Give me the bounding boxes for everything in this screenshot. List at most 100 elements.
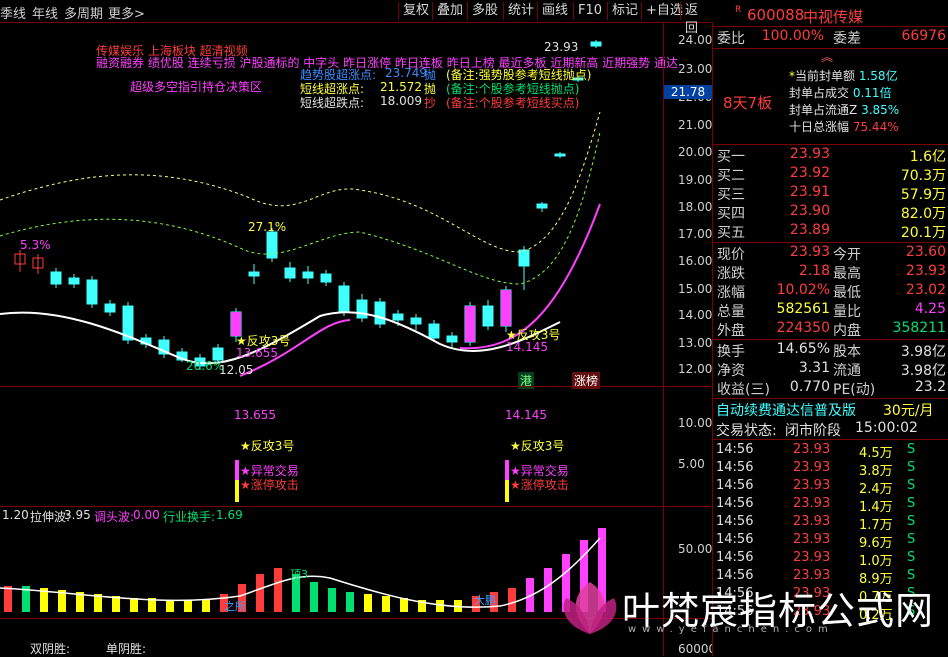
low-price-label: 12.05 — [219, 363, 254, 377]
histogram-bar — [166, 600, 174, 612]
renewal-row[interactable]: 自动续费通达信普及版 30元/月 — [713, 400, 948, 419]
candle-body — [86, 279, 98, 305]
tab-quarter[interactable]: 季线 — [0, 3, 26, 22]
bid-price: 23.89 — [789, 222, 830, 238]
back-button[interactable]: 返回 — [680, 2, 712, 36]
renewal-text[interactable]: 自动续费通达信普及版 — [716, 400, 856, 420]
quote-label: 涨幅 — [717, 285, 745, 301]
weicha-value: 66976 — [901, 28, 946, 44]
fuquan-button[interactable]: 复权 — [398, 2, 433, 20]
high-price-label: 23.93 — [544, 40, 579, 54]
chart-area[interactable]: 传媒娱乐 上海板块 超清视频 融资融券 绩优股 连续亏损 沪股通标的 中字头 昨… — [0, 22, 716, 656]
stock-name: 中视传媒 — [803, 8, 864, 26]
sub1-right-label-1: ★反攻3号 — [510, 439, 565, 453]
candle-body — [284, 267, 296, 279]
candle-body — [482, 305, 494, 327]
quote-row: 涨幅 10.02% 最低 23.02 — [713, 282, 948, 301]
price-tick: 16.00 — [678, 254, 713, 268]
tab-multi-period[interactable]: 多周期 — [64, 3, 103, 22]
bid-row[interactable]: 买五 23.89 20.1万 — [713, 222, 948, 241]
sub3-label-shuangyin: 双阴胜: — [30, 642, 71, 656]
sub2-tick: 50.00 — [678, 542, 713, 556]
quote-value: 23.93 — [789, 244, 830, 260]
fund-label-2: 股本 — [833, 344, 861, 360]
tab-more[interactable]: 更多> — [108, 3, 145, 22]
candle-body — [248, 271, 260, 277]
stock-code: 600088 — [747, 6, 805, 24]
weibi-row: 委比 100.00% 委差 66976 — [713, 28, 948, 47]
quote-row: 现价 23.93 今开 23.60 — [713, 244, 948, 263]
multi-stock-button[interactable]: 多股 — [467, 2, 502, 20]
overlay-button[interactable]: 叠加 — [432, 2, 467, 20]
tick-row: 14:56 23.93 1.7万 S — [713, 514, 948, 533]
sub2-tag-bottom-left: 之所 — [224, 600, 246, 613]
quote-value: 10.02% — [776, 282, 830, 298]
tick-side: S — [907, 460, 916, 475]
top-toolbar: 季线 年线 多周期 更多> 复权 叠加 多股 统计 画线 F10 标记 +自选 … — [0, 0, 712, 36]
fund-label: 换手 — [717, 344, 745, 360]
tick-row: 14:56 23.93 2.4万 S — [713, 478, 948, 497]
tick-volume: 2.4万 — [859, 482, 893, 497]
upper-band-line — [0, 111, 601, 253]
price-tick: 12.00 — [678, 362, 713, 376]
quote-row: 总量 582561 量比 4.25 — [713, 301, 948, 320]
candle-body — [590, 41, 602, 47]
tick-price: 23.93 — [793, 514, 831, 529]
tick-volume: 9.6万 — [859, 536, 893, 551]
candle-body — [374, 301, 386, 325]
bid-row[interactable]: 买一 23.93 1.6亿 — [713, 146, 948, 165]
weicha-label: 委差 — [833, 31, 861, 47]
tab-year[interactable]: 年线 — [32, 3, 58, 22]
chevron-up-icon[interactable]: ︽ — [821, 48, 833, 65]
price-tick: 24.00 — [678, 33, 713, 47]
quote-value-2: 23.93 — [905, 263, 946, 279]
signal2-price: 14.145 — [506, 340, 548, 354]
signal-value-3: 18.009 — [380, 94, 422, 108]
f10-button[interactable]: F10 — [573, 2, 606, 20]
tick-side: S — [907, 550, 916, 565]
histogram-bar — [4, 586, 12, 612]
tick-volume: 1.7万 — [859, 518, 893, 533]
draw-line-button[interactable]: 画线 — [537, 2, 572, 20]
bid-row[interactable]: 买二 23.92 70.3万 — [713, 165, 948, 184]
bid-volume: 82.0万 — [900, 206, 946, 222]
indicator-title: 超级多空指引持仓决策区 — [130, 80, 263, 94]
stock-header: R 600088 中视传媒 — [713, 4, 948, 26]
quote-label-2: 最低 — [833, 285, 861, 301]
bid-volume: 70.3万 — [900, 168, 946, 184]
signal-bar — [505, 480, 509, 502]
pane-divider[interactable] — [0, 506, 712, 507]
sub1-tick: 10.00 — [678, 416, 713, 430]
candle-body — [104, 303, 116, 313]
quote-value-2: 358211 — [892, 320, 946, 336]
pane-divider[interactable] — [0, 386, 712, 387]
price-tick: 15.00 — [678, 282, 713, 296]
signal-label-3: 短线超跌点: — [300, 96, 365, 110]
histogram-bar — [346, 592, 354, 612]
quote-row: 涨跌 2.18 最高 23.93 — [713, 263, 948, 282]
stats-button[interactable]: 统计 — [503, 2, 538, 20]
bid-row[interactable]: 买三 23.91 57.9万 — [713, 184, 948, 203]
signal1-price: 13.655 — [236, 346, 278, 360]
histogram-bar — [508, 588, 516, 612]
candle-body — [428, 323, 440, 339]
tick-side: S — [907, 442, 916, 457]
bid-label: 买四 — [717, 206, 745, 222]
bid-row[interactable]: 买四 23.90 82.0万 — [713, 203, 948, 222]
candle-body — [356, 299, 368, 319]
tick-side: S — [907, 532, 916, 547]
sub2-prefix: 1.20 — [2, 508, 29, 522]
fund-label: 收益(三) — [717, 382, 770, 398]
mid-band-line — [0, 131, 601, 285]
renewal-price[interactable]: 30元/月 — [883, 400, 934, 420]
sub2-industry-value: 1.69 — [216, 508, 243, 522]
mark-button[interactable]: 标记 — [607, 2, 642, 20]
bid-label: 买一 — [717, 149, 745, 165]
sub1-left-price: 13.655 — [234, 408, 276, 422]
fund-label-2: PE(动) — [833, 382, 876, 398]
quote-value: 582561 — [776, 301, 830, 317]
fund-value-2: 3.98亿 — [900, 344, 946, 360]
sub1-right-label-3: ★涨停攻击 — [510, 478, 569, 492]
quote-row: 外盘 224350 内盘 358211 — [713, 320, 948, 339]
candle-body — [50, 271, 62, 285]
